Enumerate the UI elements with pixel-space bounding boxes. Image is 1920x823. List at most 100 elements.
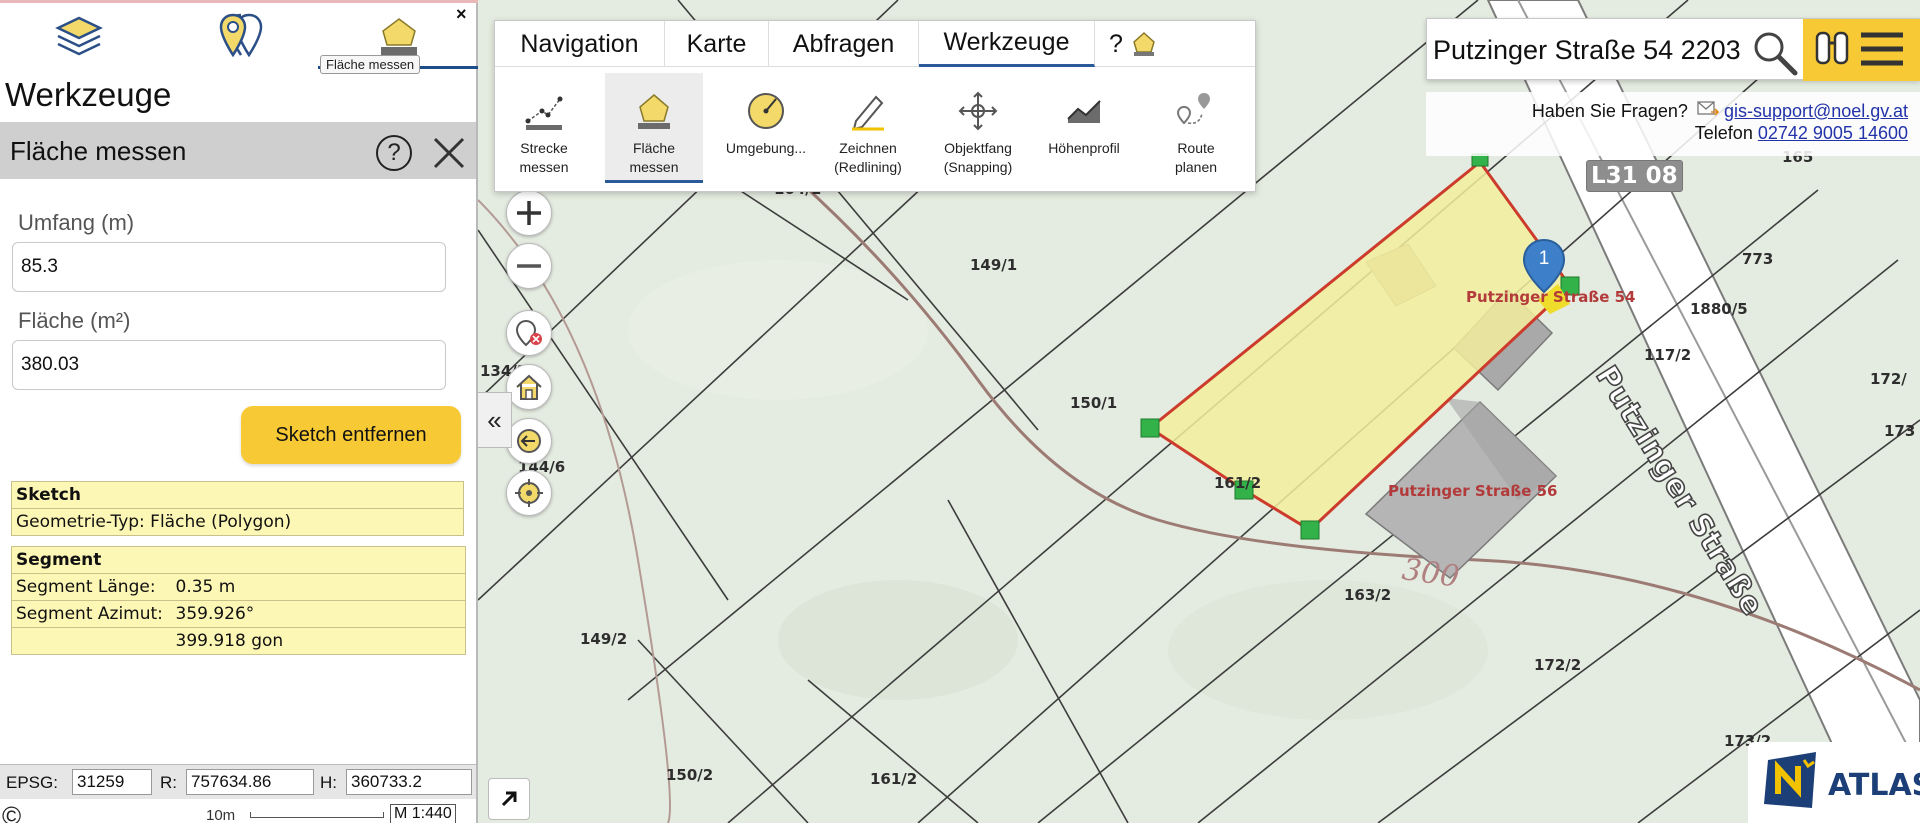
map-markers-icon	[219, 13, 263, 58]
map-canvas[interactable]: 149/1 150/1 149/2 150/2 161/2 163/2 172/…	[478, 0, 1920, 823]
support-phone-link[interactable]: 02742 9005 14600	[1758, 123, 1908, 143]
segment-length-label: Segment Länge:	[11, 573, 172, 601]
parcel-label: 173	[1884, 422, 1916, 440]
expand-map-button[interactable]	[488, 778, 530, 820]
parcel-label: 1880/5	[1690, 300, 1748, 318]
tool-label: Umgebung...	[725, 140, 807, 156]
contact-question: Haben Sie Fragen?	[1531, 101, 1688, 121]
search-icon[interactable]	[1749, 27, 1801, 77]
atlas-logo: ATLAS	[1748, 742, 1920, 823]
tab-tooltip: Fläche messen	[320, 55, 421, 74]
home-button[interactable]	[506, 364, 552, 410]
parcel-label: 161/2	[870, 770, 918, 788]
minus-icon	[517, 264, 541, 268]
segment-length-value: 0.35 m	[171, 573, 466, 601]
perimeter-label: Umfang (m)	[18, 210, 135, 235]
marker-number: 1	[1538, 248, 1550, 269]
tab-karte[interactable]: Karte	[665, 21, 769, 67]
tool-label: Objektfang (Snapping)	[943, 140, 1013, 175]
tool-elevation-profile[interactable]: Höhenprofil	[1035, 73, 1133, 183]
pencil-icon	[852, 95, 884, 131]
scale-bar	[250, 812, 384, 818]
section-title: Fläche messen	[10, 136, 187, 166]
section-header: Fläche messen ?	[0, 122, 476, 179]
h-coordinate-field[interactable]	[346, 769, 472, 795]
epsg-field[interactable]	[72, 769, 152, 795]
segment-azimuth-label: Segment Azimut:	[11, 600, 172, 628]
contact-phone-line: Telefon 02742 9005 14600	[1695, 123, 1908, 144]
tool-label: Höhenprofil	[1048, 140, 1120, 156]
radius-icon	[748, 93, 784, 129]
binoculars-menu-icon	[1815, 31, 1903, 66]
sketch-header: Sketch	[11, 481, 464, 509]
back-arrow-icon	[517, 429, 541, 453]
geometry-type: Geometrie-Typ: Fläche (Polygon)	[11, 508, 464, 536]
remove-sketch-button[interactable]: Sketch entfernen	[241, 406, 461, 464]
tool-measure-distance[interactable]: Strecke messen	[495, 73, 593, 183]
measure-area-icon	[381, 18, 417, 55]
tab-abfragen[interactable]: Abfragen	[769, 21, 919, 67]
scale-ratio[interactable]: M 1:440	[390, 804, 456, 823]
zoom-out-button[interactable]	[506, 243, 552, 289]
r-coordinate-field[interactable]	[186, 769, 314, 795]
parcel-label: 150/2	[666, 766, 714, 784]
gps-icon	[515, 479, 543, 507]
home-icon	[516, 374, 542, 400]
segment-azimuth-value: 359.926°	[171, 600, 466, 628]
h-label: H:	[320, 773, 337, 792]
panel-close-button[interactable]: ×	[456, 4, 467, 25]
segment-header: Segment	[11, 546, 466, 574]
tool-measure-area[interactable]: Fläche messen	[605, 73, 703, 183]
tab-markers[interactable]	[210, 8, 272, 66]
noe-logo-icon	[1764, 752, 1816, 808]
close-icon[interactable]	[432, 136, 466, 170]
tool-radius[interactable]: Umgebung...	[717, 73, 815, 183]
parcel-label: 172/	[1870, 370, 1907, 388]
tab-werkzeuge[interactable]: Werkzeuge	[919, 21, 1095, 67]
parcel-label: 773	[1742, 250, 1774, 268]
menu-button[interactable]	[1803, 19, 1920, 81]
previous-view-button[interactable]	[506, 418, 552, 464]
segment-info-table: Segment Segment Länge: 0.35 m Segment Az…	[11, 546, 466, 655]
parcel-label: 172/2	[1534, 656, 1582, 674]
panel-title: Werkzeuge	[5, 76, 172, 113]
marker-remove-button[interactable]	[506, 310, 552, 356]
crosshair-icon	[958, 91, 998, 131]
zoom-in-button[interactable]	[506, 190, 552, 236]
elevation-profile-icon	[1067, 100, 1101, 123]
tool-label: Strecke messen	[519, 140, 569, 175]
tools-toolbar: Navigation Karte Abfragen Werkzeuge ? St…	[494, 20, 1256, 192]
toolbar-tabs: Navigation Karte Abfragen Werkzeuge ?	[495, 21, 1255, 67]
tab-help-label: ?	[1109, 29, 1123, 58]
r-label: R:	[160, 773, 177, 792]
road-number-badge: L31 08	[1586, 160, 1683, 192]
gps-locate-button[interactable]	[506, 470, 552, 516]
side-panel: Fläche messen × Werkzeuge Fläche messen …	[0, 0, 478, 823]
area-field[interactable]	[12, 340, 446, 390]
measure-area-icon	[638, 94, 670, 129]
help-button[interactable]: ?	[376, 135, 412, 171]
search-bar	[1426, 18, 1920, 81]
tab-navigation[interactable]: Navigation	[495, 21, 665, 67]
support-email-link[interactable]: gis-support@noel.gv.at	[1724, 101, 1908, 121]
tool-label: Route planen	[1174, 140, 1218, 175]
mail-icon	[1697, 101, 1720, 116]
parcel-label: 161/2	[1214, 474, 1262, 492]
tool-snapping[interactable]: Objektfang (Snapping)	[929, 73, 1027, 183]
search-input[interactable]	[1433, 33, 1753, 67]
segment-azimuth-gon: 399.918 gon	[171, 627, 466, 655]
tool-redlining[interactable]: Zeichnen (Redlining)	[819, 73, 917, 183]
parcel-label: 117/2	[1644, 346, 1692, 364]
tab-layers[interactable]	[48, 8, 110, 66]
perimeter-field[interactable]	[12, 242, 446, 292]
collapse-panel-button[interactable]: «	[478, 392, 512, 448]
tab-help[interactable]: ?	[1095, 21, 1181, 67]
scale-row: © 10m M 1:440	[0, 800, 476, 823]
tool-label: Fläche messen	[629, 140, 679, 175]
tool-route-planning[interactable]: Route planen	[1147, 73, 1245, 183]
epsg-label: EPSG:	[6, 773, 58, 792]
address-label: Putzinger Straße 56	[1388, 482, 1558, 500]
copyright-icon[interactable]: ©	[2, 801, 21, 823]
marker-remove-icon	[515, 319, 542, 347]
parcel-label: 149/1	[970, 256, 1018, 274]
